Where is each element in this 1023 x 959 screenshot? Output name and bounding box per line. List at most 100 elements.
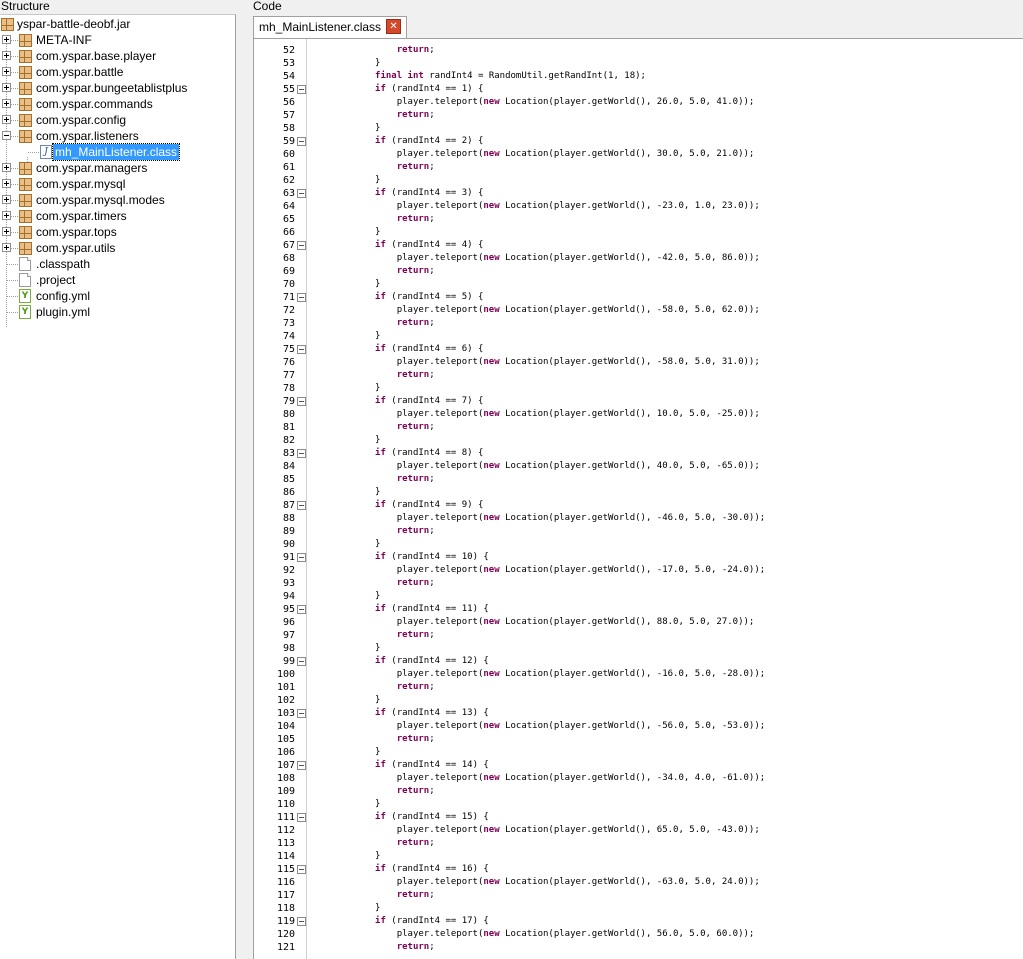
tree-item-label: META-INF	[36, 33, 92, 47]
line-number: 99	[282, 656, 295, 667]
java-class-icon: J	[40, 145, 52, 159]
line-number: 73	[282, 318, 295, 329]
code-line: }	[310, 591, 381, 601]
expand-icon[interactable]	[2, 163, 11, 172]
line-number: 95	[282, 604, 295, 615]
package-icon	[19, 226, 32, 239]
code-line: player.teleport(new Location(player.getW…	[310, 201, 760, 211]
fold-toggle-icon[interactable]	[297, 345, 306, 354]
fold-toggle-icon[interactable]	[297, 605, 306, 614]
line-number: 78	[282, 383, 295, 394]
expand-icon[interactable]	[2, 227, 11, 236]
expand-icon[interactable]	[2, 243, 11, 252]
line-number: 101	[276, 682, 295, 693]
fold-toggle-icon[interactable]	[297, 553, 306, 562]
code-line: if (randInt4 == 11) {	[375, 604, 489, 614]
fold-toggle-icon[interactable]	[297, 501, 306, 510]
line-number: 80	[282, 409, 295, 420]
line-number: 87	[282, 500, 295, 511]
fold-toggle-icon[interactable]	[297, 657, 306, 666]
structure-panel-title: Structure	[1, 0, 50, 13]
code-line: if (randInt4 == 17) {	[375, 916, 489, 926]
expand-icon[interactable]	[2, 83, 11, 92]
line-number: 111	[276, 812, 295, 823]
code-line: if (randInt4 == 14) {	[375, 760, 489, 770]
fold-toggle-icon[interactable]	[297, 449, 306, 458]
code-line: player.teleport(new Location(player.getW…	[310, 617, 755, 627]
line-number: 53	[282, 58, 295, 69]
line-number: 56	[282, 97, 295, 108]
expand-icon[interactable]	[2, 35, 11, 44]
line-number: 54	[282, 71, 295, 82]
code-line: if (randInt4 == 10) {	[375, 552, 489, 562]
line-number: 100	[276, 669, 295, 680]
fold-toggle-icon[interactable]	[297, 761, 306, 770]
fold-toggle-icon[interactable]	[297, 293, 306, 302]
tree-item-label: com.yspar.base.player	[36, 49, 157, 63]
fold-toggle-icon[interactable]	[297, 917, 306, 926]
line-number: 96	[282, 617, 295, 628]
expand-icon[interactable]	[2, 179, 11, 188]
expand-icon[interactable]	[2, 115, 11, 124]
expand-icon[interactable]	[2, 67, 11, 76]
package-icon	[19, 66, 32, 79]
tree-item-label: com.yspar.battle	[36, 65, 124, 79]
close-icon[interactable]: ✕	[386, 19, 402, 35]
tree-guide-line	[11, 136, 18, 137]
package-icon	[19, 130, 32, 143]
expand-icon[interactable]	[2, 99, 11, 108]
code-line: return;	[396, 370, 435, 380]
fold-toggle-icon[interactable]	[297, 865, 306, 874]
code-line: if (randInt4 == 5) {	[375, 292, 484, 302]
line-number: 85	[282, 474, 295, 485]
code-editor[interactable]: 52 53 54 55 56 57 58 59 60 61 62 63 64 65 66 67 68 69 70 71…	[253, 38, 1023, 959]
code-line: }	[310, 903, 381, 913]
line-number: 79	[282, 396, 295, 407]
fold-toggle-icon[interactable]	[297, 137, 306, 146]
code-line: return;	[396, 682, 435, 692]
tree-item-label: com.yspar.mysql	[36, 177, 126, 191]
code-line: return;	[396, 45, 435, 55]
package-icon	[19, 98, 32, 111]
tab-mh-mainlistener[interactable]: mh_MainListener.class ✕	[253, 16, 408, 38]
tree-item-label: plugin.yml	[36, 305, 91, 319]
structure-tree[interactable]: yspar-battle-deobf.jar META-INF com.yspar…	[0, 14, 236, 959]
code-line: return;	[396, 266, 435, 276]
line-number: 119	[276, 916, 295, 927]
line-number: 117	[276, 890, 295, 901]
tree-guide-line	[11, 120, 18, 121]
expand-icon[interactable]	[2, 51, 11, 60]
line-number: 67	[282, 240, 295, 251]
tree-item-label: com.yspar.utils	[36, 241, 116, 255]
line-number: 103	[276, 708, 295, 719]
tree-guide-line	[11, 168, 18, 169]
line-number: 108	[276, 773, 295, 784]
fold-toggle-icon[interactable]	[297, 189, 306, 198]
expand-icon[interactable]	[2, 195, 11, 204]
line-number: 57	[282, 110, 295, 121]
fold-toggle-icon[interactable]	[297, 813, 306, 822]
fold-toggle-icon[interactable]	[297, 241, 306, 250]
code-line: return;	[396, 838, 435, 848]
code-line: if (randInt4 == 4) {	[375, 240, 484, 250]
code-line: }	[310, 487, 381, 497]
line-number: 113	[276, 838, 295, 849]
code-line: if (randInt4 == 12) {	[375, 656, 489, 666]
fold-toggle-icon[interactable]	[297, 85, 306, 94]
line-number: 109	[276, 786, 295, 797]
package-icon	[19, 210, 32, 223]
fold-toggle-icon[interactable]	[297, 397, 306, 406]
expand-icon[interactable]	[2, 211, 11, 220]
tree-guide-line	[11, 248, 18, 249]
package-icon	[19, 50, 32, 63]
code-line: }	[310, 58, 381, 68]
line-number: 70	[282, 279, 295, 290]
line-number: 86	[282, 487, 295, 498]
line-number: 71	[282, 292, 295, 303]
fold-toggle-icon[interactable]	[297, 709, 306, 718]
line-number: 114	[276, 851, 295, 862]
code-line: if (randInt4 == 9) {	[375, 500, 484, 510]
tree-item-label: config.yml	[36, 289, 91, 303]
collapse-icon[interactable]	[2, 131, 11, 140]
yml-file-icon: Y	[19, 289, 31, 303]
